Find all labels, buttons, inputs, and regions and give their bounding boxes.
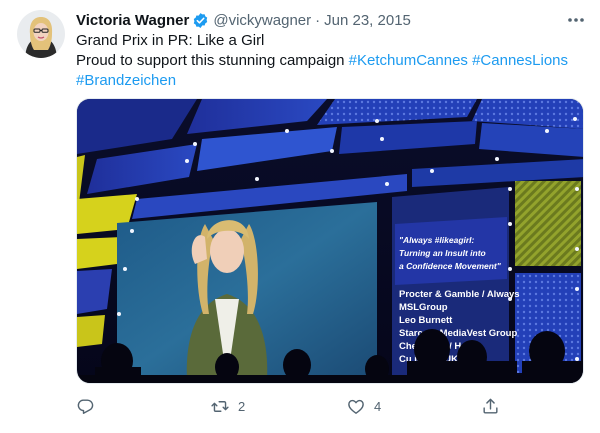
avatar[interactable] (17, 10, 65, 58)
screen-credit-2: MSLGroup (399, 302, 448, 313)
screen-quote-line-2: Turning an Insult into (399, 248, 486, 258)
like-button[interactable]: 4 (346, 393, 381, 419)
more-icon (568, 18, 584, 22)
retweet-button[interactable]: 2 (210, 393, 245, 419)
retweet-count: 2 (238, 398, 246, 414)
tweet-text: Grand Prix in PR: Like a Girl Proud to s… (76, 31, 581, 91)
share-icon (483, 398, 498, 414)
stage-photo: "Always #likeagirl: Turning an Insult in… (77, 99, 583, 383)
tweet-text-line-2-prefix: Proud to support this stunning campaign (76, 52, 349, 69)
more-options-button[interactable] (564, 8, 588, 32)
tweet-text-line-1: Grand Prix in PR: Like a Girl (76, 32, 265, 49)
retweet-icon (211, 400, 229, 412)
screen-credit-1: Procter & Gamble / Always (399, 289, 520, 300)
tweet-header: Victoria Wagner @vickywagner · Jun 23, 2… (76, 10, 411, 30)
hashtag-link[interactable]: #KetchumCannes (349, 52, 468, 69)
verified-badge-icon (192, 12, 209, 29)
like-count: 4 (374, 398, 382, 414)
screen-quote-line-3: a Confidence Movement" (399, 261, 502, 271)
screen-quote-line-1: "Always #likeagirl: (399, 235, 475, 245)
share-button[interactable] (481, 393, 500, 419)
screen-credit-4: Starcom MediaVest Group (399, 328, 517, 339)
author-name[interactable]: Victoria Wagner (76, 12, 189, 29)
hashtag-link[interactable]: #CannesLions (472, 52, 568, 69)
tweet[interactable]: Victoria Wagner @vickywagner · Jun 23, 2… (0, 0, 600, 433)
hashtag-link[interactable]: #Brandzeichen (76, 72, 176, 89)
tweet-media-photo[interactable]: "Always #likeagirl: Turning an Insult in… (76, 98, 584, 384)
header-separator: · (315, 11, 321, 29)
tweet-text-line-3: #Brandzeichen (76, 71, 581, 91)
author-handle[interactable]: @vickywagner (213, 12, 311, 29)
reply-button[interactable] (76, 393, 95, 419)
tweet-date[interactable]: Jun 23, 2015 (324, 12, 411, 29)
heart-icon (348, 399, 364, 414)
avatar-image (17, 10, 65, 58)
screen-credit-3: Leo Burnett (399, 315, 453, 326)
tweet-action-bar: 2 4 (76, 393, 506, 419)
reply-icon (77, 398, 94, 414)
tweet-text-line-2: Proud to support this stunning campaign … (76, 51, 581, 71)
